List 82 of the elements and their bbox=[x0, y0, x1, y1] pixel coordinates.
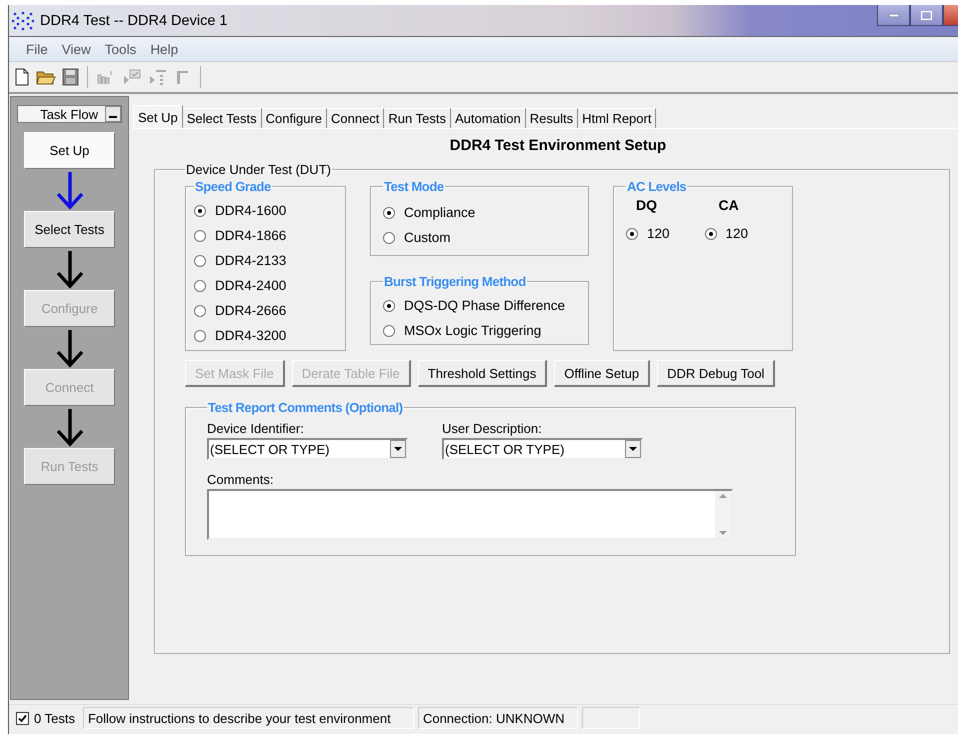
task-step-button[interactable]: Select Tests bbox=[24, 211, 115, 248]
combo-box[interactable]: (SELECT OR TYPE) bbox=[442, 438, 643, 460]
down-arrow-icon bbox=[54, 170, 84, 210]
radio-button[interactable] bbox=[194, 230, 206, 242]
radio-button[interactable] bbox=[194, 254, 206, 266]
radio-label: DDR4-2400 bbox=[215, 278, 286, 293]
task-step-button[interactable]: Set Up bbox=[24, 132, 115, 169]
radio-label: DDR4-1866 bbox=[215, 228, 286, 243]
radio-button[interactable] bbox=[383, 324, 395, 336]
group-title: Speed Grade bbox=[194, 179, 272, 194]
radio-label: Custom bbox=[404, 230, 451, 245]
tab[interactable]: Select Tests bbox=[182, 108, 262, 128]
radio-button[interactable] bbox=[383, 300, 395, 312]
radio-button[interactable] bbox=[626, 228, 638, 240]
radio-label: DDR4-1600 bbox=[215, 203, 286, 218]
menu-item[interactable]: File bbox=[19, 42, 55, 56]
radio-label: DDR4-2666 bbox=[215, 303, 286, 318]
new-document-icon[interactable] bbox=[14, 68, 30, 86]
checkbox[interactable] bbox=[16, 712, 29, 724]
radio-button[interactable] bbox=[194, 304, 206, 316]
tab[interactable]: Html Report bbox=[578, 108, 656, 128]
tab[interactable]: Connect bbox=[326, 108, 384, 128]
tab[interactable]: Run Tests bbox=[384, 108, 451, 128]
radio-label: DDR4-2133 bbox=[215, 253, 286, 268]
tab[interactable]: Set Up bbox=[133, 105, 183, 128]
radio-button[interactable] bbox=[194, 204, 206, 216]
tests-count: 0 Tests bbox=[34, 710, 75, 726]
radio-label: MSOx Logic Triggering bbox=[404, 323, 542, 338]
action-button[interactable]: DDR Debug Tool bbox=[657, 360, 776, 387]
down-arrow-icon bbox=[54, 328, 84, 368]
panel-title: Task Flow bbox=[40, 106, 98, 122]
radio-label: DQS-DQ Phase Difference bbox=[404, 298, 566, 313]
column-heading: DQ bbox=[636, 197, 658, 213]
status-message: Follow instructions to describe your test environment bbox=[82, 707, 414, 729]
dropdown-icon[interactable] bbox=[390, 440, 406, 458]
radio-label: Compliance bbox=[404, 205, 476, 220]
group-title: Test Report Comments (Optional) bbox=[207, 400, 404, 415]
comments-field[interactable] bbox=[207, 489, 733, 540]
group-title: Burst Triggering Method bbox=[383, 274, 527, 289]
maximize-icon bbox=[921, 10, 932, 20]
radio-button[interactable] bbox=[704, 228, 717, 240]
radio-label: 120 bbox=[726, 226, 748, 241]
status-panel bbox=[582, 707, 640, 729]
field-label: User Description: bbox=[442, 421, 543, 436]
scroll-down-icon[interactable] bbox=[719, 531, 727, 535]
radio-button[interactable] bbox=[383, 206, 395, 218]
group-title: AC Levels bbox=[626, 179, 688, 194]
menu-item[interactable]: Help bbox=[143, 42, 186, 56]
app-logo-icon bbox=[12, 10, 34, 30]
radio-button[interactable] bbox=[383, 232, 395, 244]
tab[interactable]: Configure bbox=[262, 108, 327, 128]
column-heading: CA bbox=[718, 197, 740, 213]
action-button[interactable]: Threshold Settings bbox=[418, 360, 548, 387]
field-label: Device Identifier: bbox=[207, 421, 305, 436]
field-label: Comments: bbox=[207, 472, 274, 487]
minimize-button[interactable] bbox=[877, 5, 910, 26]
combo-box[interactable]: (SELECT OR TYPE) bbox=[207, 438, 408, 460]
group-title: Device Under Test (DUT) bbox=[185, 162, 332, 177]
down-arrow-icon bbox=[54, 407, 84, 447]
scrollbar[interactable] bbox=[715, 491, 731, 538]
window-title: DDR4 Test -- DDR4 Device 1 bbox=[40, 12, 228, 28]
menu-item[interactable]: View bbox=[54, 42, 98, 56]
radio-label: DDR4-3200 bbox=[215, 328, 286, 343]
close-button[interactable] bbox=[943, 5, 958, 26]
group-title: Test Mode bbox=[383, 179, 445, 194]
down-arrow-icon bbox=[54, 249, 84, 289]
radio-button[interactable] bbox=[194, 280, 206, 292]
minimize-icon bbox=[888, 14, 898, 16]
radio-button[interactable] bbox=[194, 330, 206, 342]
minimize-button[interactable] bbox=[105, 106, 121, 122]
action-button[interactable]: Offline Setup bbox=[554, 360, 650, 387]
dropdown-icon[interactable] bbox=[625, 440, 641, 458]
save-icon[interactable] bbox=[62, 68, 79, 86]
maximize-button[interactable] bbox=[910, 5, 943, 26]
play-check-icon[interactable] bbox=[122, 68, 142, 86]
scroll-up-icon[interactable] bbox=[719, 494, 727, 498]
menu-item[interactable]: Tools bbox=[98, 42, 144, 56]
connection-status: Connection: UNKNOWN bbox=[418, 707, 578, 729]
tab[interactable]: Automation bbox=[450, 108, 526, 128]
page-title: DDR4 Test Environment Setup bbox=[448, 137, 668, 154]
tab[interactable]: Results bbox=[526, 108, 578, 128]
radio-label: 120 bbox=[647, 226, 670, 241]
